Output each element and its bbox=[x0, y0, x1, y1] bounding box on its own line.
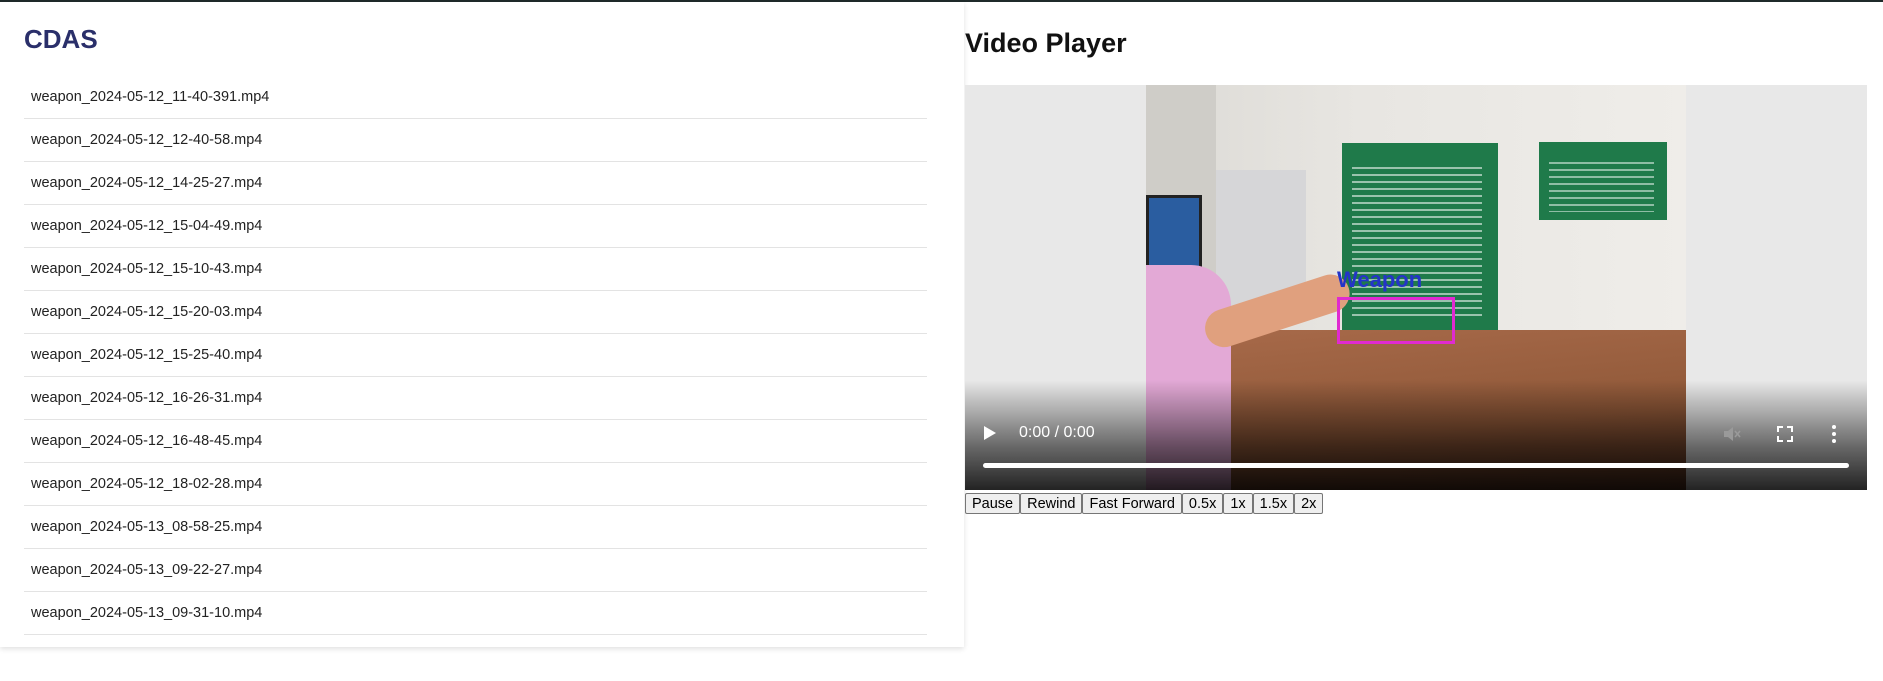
video-player[interactable]: Weapon 0:00 / 0:00 bbox=[965, 85, 1867, 490]
fast-forward-button[interactable]: Fast Forward bbox=[1082, 493, 1182, 514]
progress-bar[interactable] bbox=[983, 463, 1849, 468]
pause-button[interactable]: Pause bbox=[965, 493, 1021, 514]
file-list-item[interactable]: weapon_2024-05-12_16-26-31.mp4 bbox=[24, 377, 927, 420]
volume-muted-icon[interactable] bbox=[1723, 426, 1741, 442]
file-list-item[interactable]: weapon_2024-05-13_09-31-10.mp4 bbox=[24, 592, 927, 635]
file-list-item[interactable]: weapon_2024-05-12_12-40-58.mp4 bbox=[24, 119, 927, 162]
fullscreen-icon[interactable] bbox=[1777, 426, 1793, 442]
file-list-panel: CDAS weapon_2024-05-12_11-40-391.mp4 weap… bbox=[0, 2, 964, 647]
file-list-item[interactable]: weapon_2024-05-12_15-10-43.mp4 bbox=[24, 248, 927, 291]
file-list-item[interactable]: weapon_2024-05-12_16-48-45.mp4 bbox=[24, 420, 927, 463]
rewind-button[interactable]: Rewind bbox=[1020, 493, 1083, 514]
speed-0.5x-button[interactable]: 0.5x bbox=[1181, 493, 1224, 514]
file-list-item[interactable]: weapon_2024-05-12_15-20-03.mp4 bbox=[24, 291, 927, 334]
app-title: CDAS bbox=[24, 24, 98, 54]
file-list-item[interactable]: weapon_2024-05-13_08-58-25.mp4 bbox=[24, 506, 927, 549]
file-list-item[interactable]: weapon_2024-05-13_09-22-27.mp4 bbox=[24, 549, 927, 592]
detection-box bbox=[1337, 297, 1455, 344]
frame-poster bbox=[1539, 142, 1667, 220]
file-list-item[interactable]: weapon_2024-05-12_15-25-40.mp4 bbox=[24, 334, 927, 377]
file-list-item[interactable]: weapon_2024-05-12_14-25-27.mp4 bbox=[24, 162, 927, 205]
speed-2x-button[interactable]: 2x bbox=[1294, 493, 1324, 514]
file-list-item[interactable]: weapon_2024-05-12_15-04-49.mp4 bbox=[24, 205, 927, 248]
time-display: 0:00 / 0:00 bbox=[1019, 424, 1095, 441]
speed-1x-button[interactable]: 1x bbox=[1223, 493, 1253, 514]
file-list-item[interactable]: weapon_2024-05-12_18-02-28.mp4 bbox=[24, 463, 927, 506]
player-title: Video Player bbox=[965, 28, 1127, 58]
more-vertical-icon[interactable] bbox=[1831, 424, 1837, 444]
play-icon[interactable] bbox=[984, 426, 996, 440]
file-list: weapon_2024-05-12_11-40-391.mp4 weapon_20… bbox=[24, 76, 927, 635]
speed-1.5x-button[interactable]: 1.5x bbox=[1252, 493, 1295, 514]
playback-controls: Pause Rewind Fast Forward 0.5x 1x 1.5x 2… bbox=[965, 493, 1324, 514]
file-list-item[interactable]: weapon_2024-05-12_11-40-391.mp4 bbox=[24, 76, 927, 119]
detection-label: Weapon bbox=[1337, 267, 1423, 292]
